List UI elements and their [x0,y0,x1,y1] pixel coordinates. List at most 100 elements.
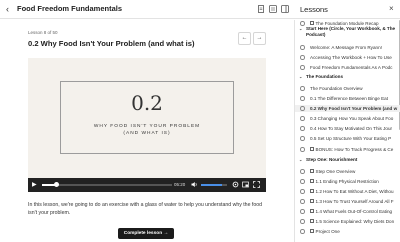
completion-circle-icon[interactable] [300,219,305,224]
completion-circle-icon[interactable] [300,169,305,174]
completion-circle-icon[interactable] [300,199,305,204]
lesson-title: 0.2 Why Food Isn't Your Problem (and wha… [28,39,195,48]
seek-bar[interactable] [42,182,172,187]
section-header[interactable]: ⌄ The Foundations [295,74,400,81]
video-player[interactable]: 0.2 WHY FOOD ISN'T YOUR PROBLEM (AND WHA… [28,58,266,192]
volume-slider[interactable] [201,184,227,186]
file-icon [310,21,314,25]
chevron-down-icon[interactable]: ⌄ [299,157,302,163]
section-title: Start Here (Circle, Your Workbook, & The… [306,26,396,37]
close-icon[interactable]: × [389,4,394,13]
top-bar: ‹ Food Freedom Fundamentals Lessons × [0,0,400,19]
lessons-panel-title: Lessons [300,5,328,14]
lesson-item-label: 1.4 What Fuels Out-Of-Control Eating [315,208,393,214]
lesson-item-label: 0.2 Why Food Isn't Your Problem (and w [310,105,398,111]
completion-circle-icon[interactable] [300,116,305,121]
course-title: Food Freedom Fundamentals [17,4,123,13]
time-remaining: 05:20 [174,182,186,187]
lesson-item-label: The Foundation Overview [310,85,363,91]
completion-circle-icon[interactable] [300,179,305,184]
slide-title-line1: WHY FOOD ISN'T YOUR PROBLEM [93,124,201,129]
file-icon [310,147,314,151]
completion-circle-icon[interactable] [300,21,305,26]
lesson-item[interactable]: Accessing The Workbook + How To Use [295,54,400,61]
previous-lesson-button[interactable]: ← [238,32,251,45]
file-icon [310,219,314,223]
lesson-item-label: 0.5 Set Up Structure With Your Eating P [310,135,392,141]
lesson-item-label: 0.4 How To Stay Motivated On This Jour [310,125,393,131]
lesson-item[interactable]: 0.3 Changing How You Speak About Foo [295,115,400,122]
lesson-item[interactable]: 1.4 What Fuels Out-Of-Control Eating [295,208,400,215]
lesson-item[interactable]: 1.2 How To Eat Without A Diet, Withou [295,188,400,195]
lesson-item-label: 1.1 Ending Physical Restriction [315,178,379,184]
lesson-item[interactable]: 1.1 Ending Physical Restriction [295,178,400,185]
lesson-description: In this lesson, we're going to do an exe… [28,202,262,216]
file-icon [310,209,314,213]
slide-border: 0.2 WHY FOOD ISN'T YOUR PROBLEM (AND WHA… [60,81,234,154]
completion-circle-icon[interactable] [300,209,305,214]
picture-in-picture-icon[interactable] [242,181,249,191]
lesson-item-label: 1.5 Science Explained: Why Diets Don [315,218,395,224]
file-icon [310,169,314,173]
lesson-item-label: Welcome: A Message From Ryann! [310,44,382,50]
volume-level [201,184,222,186]
lesson-item-label: 1.3 How To Trust Yourself Around All F [315,198,394,204]
document-icon[interactable] [257,5,265,13]
lesson-item-label: Step One Overview [315,168,356,174]
completion-circle-icon[interactable] [300,126,305,131]
completion-circle-icon[interactable] [300,86,305,91]
completion-circle-icon[interactable] [300,45,305,50]
completion-circle-icon[interactable] [300,96,305,101]
play-icon[interactable]: ▶ [32,181,37,189]
completion-circle-icon[interactable] [300,229,305,234]
lesson-item[interactable]: 1.5 Science Explained: Why Diets Don [295,218,400,225]
lesson-item[interactable]: Welcome: A Message From Ryann! [295,44,400,51]
lesson-content: Lesson 8 of 50 0.2 Why Food Isn't Your P… [0,20,294,242]
seek-handle[interactable] [53,182,59,187]
completion-circle-icon[interactable] [300,189,305,194]
lesson-item[interactable]: 0.1 The Difference Between Binge Eat [295,95,400,102]
section-header[interactable]: ⌄ Step One: Nourishment [295,157,400,164]
section-title: Step One: Nourishment [306,157,358,162]
completion-circle-icon[interactable] [300,147,305,152]
completion-circle-icon[interactable] [300,136,305,141]
settings-icon[interactable] [232,181,239,191]
lesson-item[interactable]: Project One [295,228,400,235]
lesson-item[interactable]: The Foundation Module Recap [295,20,400,27]
lesson-item[interactable]: 0.5 Set Up Structure With Your Eating P [295,135,400,142]
completion-circle-icon[interactable] [300,65,305,70]
section-title: The Foundations [306,74,344,79]
file-icon [310,189,314,193]
volume-icon[interactable] [191,181,198,191]
lesson-item[interactable]: 1.3 How To Trust Yourself Around All F [295,198,400,205]
video-controls: ▶ 05:20 [28,178,266,192]
lesson-item[interactable]: BONUS: How To Track Progress & Ce [295,146,400,153]
lesson-counter: Lesson 8 of 50 [28,30,58,35]
lesson-item-label: The Foundation Module Recap [315,20,379,26]
back-chevron-icon[interactable]: ‹ [6,4,9,14]
sliders-icon[interactable] [269,5,277,13]
lesson-item-label: 1.2 How To Eat Without A Diet, Withou [315,188,394,194]
section-header[interactable]: ⌄ Start Here (Circle, Your Workbook, & Th… [295,26,400,40]
lesson-item-label: BONUS: How To Track Progress & Ce [315,146,394,152]
sidebar-toggle-icon[interactable] [281,5,289,13]
lesson-item-label: Accessing The Workbook + How To Use [310,54,392,60]
complete-lesson-button[interactable]: Complete lesson → [118,228,174,239]
next-lesson-button[interactable]: → [253,32,266,45]
file-icon [310,199,314,203]
chevron-down-icon[interactable]: ⌄ [299,74,302,80]
fullscreen-icon[interactable] [253,181,260,191]
lesson-item[interactable]: Step One Overview [295,168,400,175]
completion-circle-icon[interactable] [300,55,305,60]
completion-circle-icon[interactable] [300,106,305,111]
lesson-item-label: Food Freedom Fundamentals As A Podc [310,64,393,70]
lesson-item[interactable]: Food Freedom Fundamentals As A Podc [295,64,400,71]
file-icon [310,179,314,183]
lesson-item[interactable]: 0.2 Why Food Isn't Your Problem (and w [295,105,400,112]
lesson-item[interactable]: 0.4 How To Stay Motivated On This Jour [295,125,400,132]
lesson-item-label: Project One [315,228,340,234]
lesson-item[interactable]: The Foundation Overview [295,85,400,92]
video-frame[interactable]: 0.2 WHY FOOD ISN'T YOUR PROBLEM (AND WHA… [28,58,266,178]
lesson-item-label: 0.3 Changing How You Speak About Foo [310,115,394,121]
lesson-item-label: 0.1 The Difference Between Binge Eat [310,95,388,101]
